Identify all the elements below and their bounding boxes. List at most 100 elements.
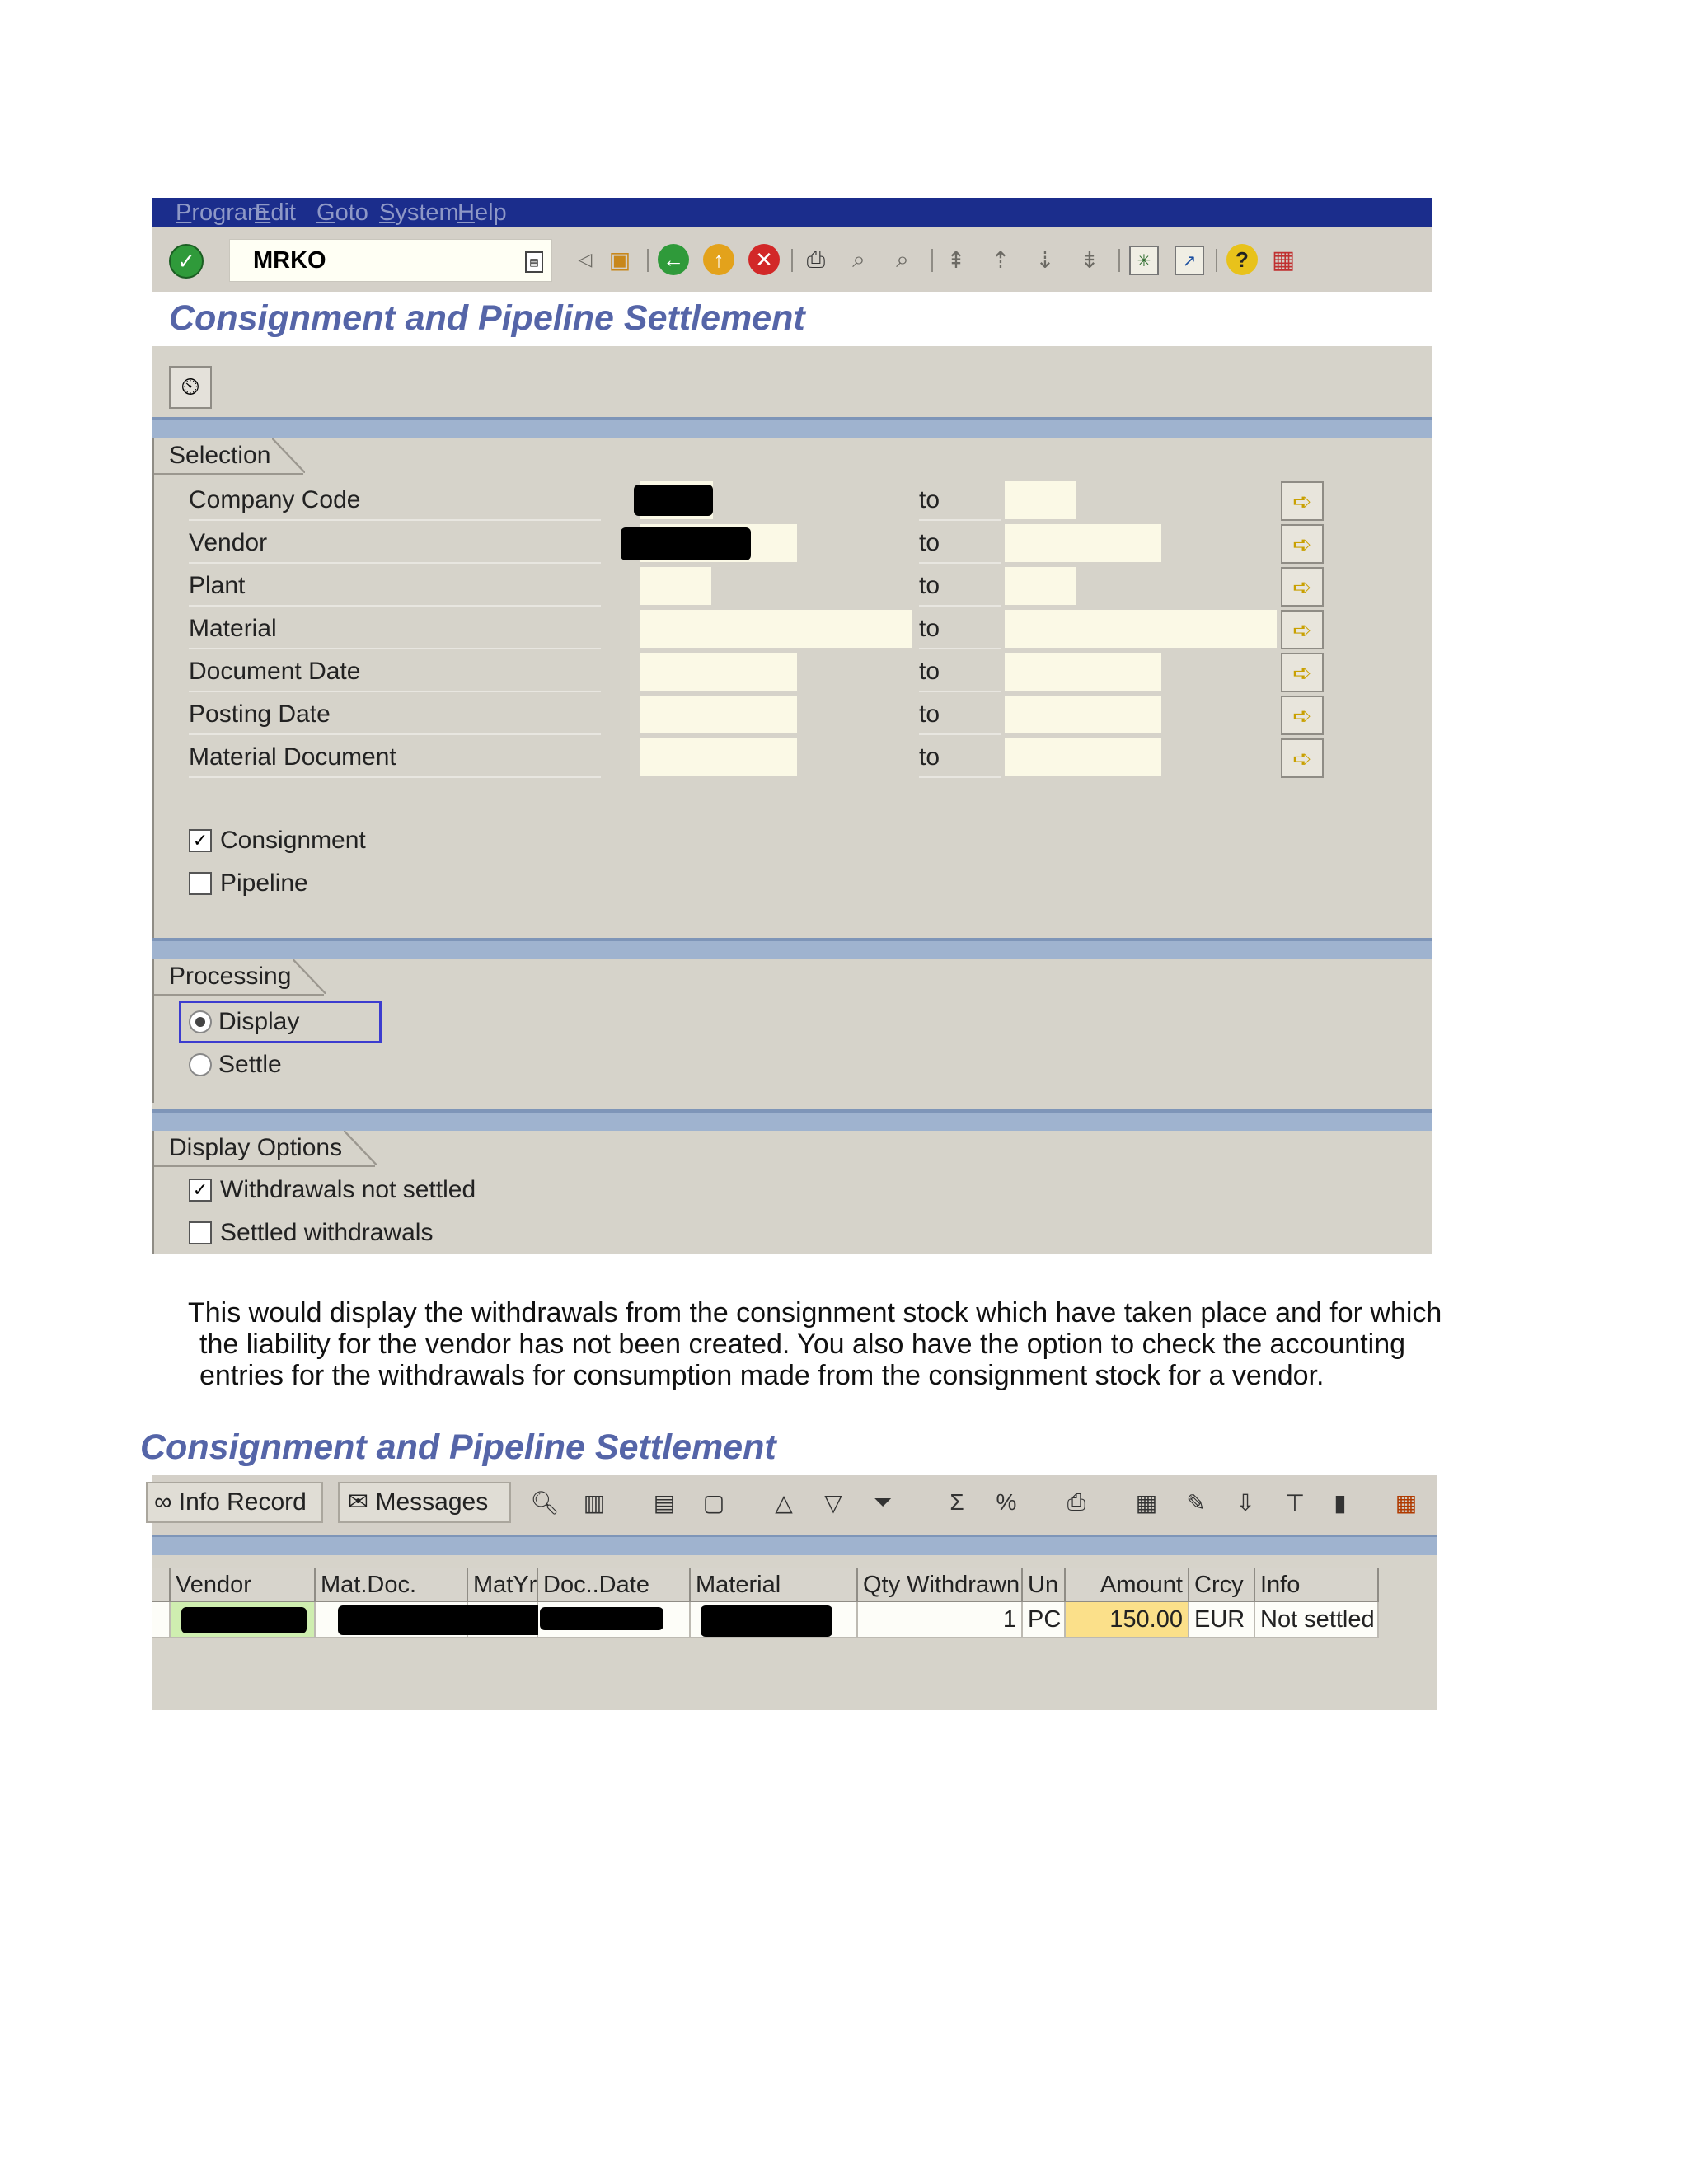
col-qty-withdrawn[interactable]: Qty Withdrawn <box>858 1568 1023 1602</box>
row-selector[interactable] <box>152 1602 171 1638</box>
document-date-from-input[interactable] <box>640 653 797 691</box>
description-line: entries for the withdrawals for consumpt… <box>199 1360 1325 1391</box>
command-field[interactable]: MRKO ▤ <box>229 239 552 282</box>
col-unit[interactable]: Un <box>1023 1568 1066 1602</box>
section-divider <box>152 938 1432 959</box>
graphic-icon[interactable]: ▮ <box>1323 1483 1357 1521</box>
table-row-currency[interactable]: EUR <box>1189 1602 1255 1638</box>
consignment-checkbox[interactable]: ✓ <box>189 829 212 852</box>
toolbar-separator <box>1118 249 1120 272</box>
plant-to-input[interactable] <box>1005 567 1076 605</box>
multiple-selection-arrow-icon[interactable]: ➪ <box>1281 481 1324 521</box>
info-record-button[interactable]: ∞ Info Record <box>146 1482 323 1523</box>
multiple-selection-arrow-icon[interactable]: ➪ <box>1281 610 1324 649</box>
download-icon[interactable]: ⇩ <box>1228 1483 1263 1521</box>
select-column-header[interactable] <box>152 1568 171 1602</box>
new-session-icon[interactable]: ✳ <box>1129 246 1159 275</box>
withdrawals-not-settled-label: Withdrawals not settled <box>220 1176 476 1203</box>
to-label: to <box>919 524 1001 564</box>
to-label: to <box>919 653 1001 692</box>
material-document-from-input[interactable] <box>640 738 797 776</box>
multiple-selection-arrow-icon[interactable]: ➪ <box>1281 524 1324 564</box>
save-icon[interactable]: ▣ <box>606 246 634 274</box>
total-icon[interactable]: Σ <box>940 1483 974 1521</box>
email-icon[interactable]: ✎ <box>1179 1483 1213 1521</box>
layout-icon[interactable]: ▥ <box>577 1483 612 1521</box>
customize-icon[interactable]: ▦ <box>1269 246 1297 274</box>
export-icon[interactable]: ▦ <box>1129 1483 1164 1521</box>
details-icon[interactable]: 🔍︎ <box>528 1483 562 1521</box>
to-label: to <box>919 696 1001 735</box>
pipeline-checkbox[interactable] <box>189 872 212 895</box>
shortcut-icon[interactable]: ↗ <box>1175 246 1204 275</box>
first-page-icon[interactable]: ⇞ <box>942 246 970 274</box>
table-row-info[interactable]: Not settled <box>1255 1602 1379 1638</box>
posting-date-to-input[interactable] <box>1005 696 1161 733</box>
display-options-group: Display Options ✓ Withdrawals not settle… <box>152 1131 1432 1254</box>
messages-button[interactable]: ✉ Messages <box>338 1482 511 1523</box>
find-next-icon[interactable]: ⌕ <box>889 246 917 274</box>
check-icon[interactable]: ✓ <box>169 244 204 279</box>
menu-program[interactable]: Program <box>176 198 267 227</box>
cancel-icon[interactable]: ✕ <box>748 244 780 275</box>
multiple-selection-arrow-icon[interactable]: ➪ <box>1281 567 1324 607</box>
sort-ascending-icon[interactable]: △ <box>767 1483 801 1521</box>
table-row-qty[interactable]: 1 <box>858 1602 1023 1638</box>
settled-withdrawals-checkbox[interactable] <box>189 1221 212 1244</box>
menu-goto[interactable]: Goto <box>316 198 368 227</box>
sap-screen-selection: Program Edit Goto System Help ✓ MRKO ▤ ◁… <box>152 198 1432 1254</box>
col-vendor[interactable]: Vendor <box>171 1568 316 1602</box>
display-radio[interactable] <box>189 1010 212 1033</box>
col-info[interactable]: Info <box>1255 1568 1379 1602</box>
execute-icon[interactable]: ⏲ <box>169 366 212 409</box>
sort-descending-icon[interactable]: ▽ <box>816 1483 851 1521</box>
print-icon[interactable]: ⎙ <box>802 246 830 274</box>
col-mat-yr[interactable]: MatYr <box>468 1568 538 1602</box>
menu-edit[interactable]: Edit <box>255 198 296 227</box>
menu-help[interactable]: Help <box>457 198 507 227</box>
col-doc-date[interactable]: Doc..Date <box>538 1568 691 1602</box>
green-back-icon[interactable]: ← <box>658 244 689 275</box>
document-date-label: Document Date <box>189 653 601 692</box>
find-icon[interactable]: ⌕ <box>845 246 873 274</box>
select-all-icon[interactable]: ▤ <box>647 1483 682 1521</box>
plant-from-input[interactable] <box>640 567 711 605</box>
last-page-icon[interactable]: ⇟ <box>1076 246 1104 274</box>
material-to-input[interactable] <box>1005 610 1277 648</box>
to-label: to <box>919 738 1001 778</box>
posting-date-from-input[interactable] <box>640 696 797 733</box>
filter-icon[interactable]: ⏷ <box>865 1483 900 1521</box>
dropdown-icon[interactable]: ▤ <box>525 251 543 273</box>
subtotal-icon[interactable]: % <box>989 1483 1024 1521</box>
toolbar-separator <box>931 249 933 272</box>
grid-icon[interactable]: ▦ <box>1389 1483 1423 1521</box>
previous-page-icon[interactable]: ⇡ <box>987 246 1015 274</box>
vendor-to-input[interactable] <box>1005 524 1161 562</box>
col-amount[interactable]: Amount <box>1066 1568 1189 1602</box>
abc-analysis-icon[interactable]: ⊤ <box>1278 1483 1312 1521</box>
col-material[interactable]: Material <box>691 1568 858 1602</box>
multiple-selection-arrow-icon[interactable]: ➪ <box>1281 653 1324 692</box>
material-document-to-input[interactable] <box>1005 738 1161 776</box>
posting-date-label: Posting Date <box>189 696 601 735</box>
multiple-selection-arrow-icon[interactable]: ➪ <box>1281 696 1324 735</box>
col-mat-doc[interactable]: Mat.Doc. <box>316 1568 468 1602</box>
company-code-to-input[interactable] <box>1005 481 1076 519</box>
next-page-icon[interactable]: ⇣ <box>1031 246 1059 274</box>
exit-icon[interactable]: ↑ <box>703 244 734 275</box>
menu-system[interactable]: System <box>379 198 459 227</box>
settle-radio[interactable] <box>189 1053 212 1076</box>
material-from-input[interactable] <box>640 610 912 648</box>
deselect-all-icon[interactable]: ▢ <box>696 1483 731 1521</box>
multiple-selection-arrow-icon[interactable]: ➪ <box>1281 738 1324 778</box>
help-icon[interactable]: ? <box>1226 244 1258 275</box>
back-arrow-icon[interactable]: ◁ <box>571 246 599 274</box>
col-currency[interactable]: Crcy <box>1189 1568 1255 1602</box>
to-label: to <box>919 567 1001 607</box>
withdrawals-not-settled-checkbox[interactable]: ✓ <box>189 1179 212 1202</box>
section-divider <box>152 1535 1437 1555</box>
table-row-unit[interactable]: PC <box>1023 1602 1066 1638</box>
table-row-amount[interactable]: 150.00 <box>1066 1602 1189 1638</box>
document-date-to-input[interactable] <box>1005 653 1161 691</box>
print-preview-icon[interactable]: ⎙ <box>1059 1483 1094 1521</box>
